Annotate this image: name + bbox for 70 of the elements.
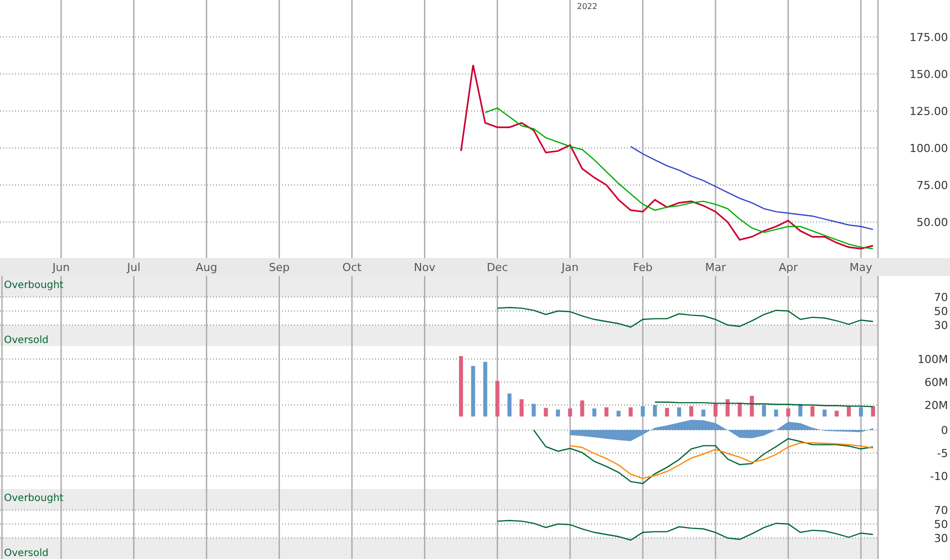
month-label: Feb: [633, 261, 653, 274]
month-label: Sep: [268, 261, 290, 274]
volume-bar: [483, 362, 488, 416]
axis-label: 50.00: [916, 216, 948, 230]
volume-bar: [507, 394, 512, 416]
volume-bar: [652, 405, 657, 416]
axis-label: 150.00: [910, 68, 948, 81]
axis-label: 100M: [918, 353, 948, 366]
volume-bar: [689, 406, 694, 416]
volume-bar: [471, 366, 476, 416]
overbought-label: Overbought: [4, 493, 64, 504]
volume-bar: [786, 408, 790, 416]
month-label: Jul: [127, 261, 140, 274]
volume-bar: [701, 410, 706, 416]
volume-bar: [628, 407, 633, 416]
volume-bar: [677, 407, 682, 416]
volume-bar: [580, 400, 584, 416]
month-label: Dec: [486, 261, 508, 274]
volume-bar: [822, 410, 827, 416]
volume-bar: [616, 410, 621, 416]
volume-bar: [532, 404, 536, 416]
volume-bar: [556, 410, 560, 416]
axis-label: 175.00: [910, 31, 948, 44]
axis-label: 70: [934, 504, 948, 517]
volume-bar: [640, 406, 645, 416]
month-label: Nov: [414, 261, 436, 274]
axis-label: 100.00: [910, 142, 948, 156]
volume-bar: [810, 406, 814, 416]
volume-bar: [520, 399, 524, 416]
month-label: Aug: [196, 261, 218, 274]
volume-bar: [834, 410, 839, 416]
volume-bar: [459, 356, 463, 416]
axis-label: 70: [934, 291, 948, 304]
axis-label: 50: [934, 518, 948, 531]
volume-bar: [871, 406, 876, 416]
year-label: 2022: [577, 2, 598, 11]
overbought-label: Overbought: [4, 280, 64, 291]
month-label: Oct: [342, 261, 362, 274]
month-label: Jun: [52, 261, 70, 274]
volume-bar: [665, 408, 670, 416]
axis-label: 75.00: [916, 179, 948, 192]
volume-bar: [714, 404, 718, 416]
volume-bar: [858, 407, 863, 416]
axis-label: -10: [930, 470, 948, 484]
axis-label: -5: [937, 447, 948, 460]
axis-label: 50: [934, 305, 948, 318]
volume-bar: [568, 408, 572, 416]
oversold-label: Oversold: [4, 548, 49, 559]
volume-bar: [750, 396, 754, 416]
month-label: Mar: [705, 261, 726, 274]
axis-label: 0: [941, 424, 948, 437]
oversold-label: Oversold: [4, 335, 49, 346]
month-label: Jan: [562, 261, 579, 274]
volume-bar: [762, 405, 766, 416]
volume-bar: [774, 410, 778, 416]
volume-bar: [726, 399, 730, 416]
volume-bar: [738, 402, 742, 416]
volume-bar: [798, 404, 802, 416]
month-label: May: [850, 261, 872, 274]
axis-label: 60M: [924, 376, 948, 389]
volume-bar: [544, 408, 548, 416]
volume-bar: [846, 406, 851, 416]
month-label: Apr: [778, 261, 798, 274]
volume-bar: [604, 407, 608, 416]
axis-label: 20M: [924, 399, 948, 412]
axis-label: 30: [934, 319, 948, 332]
axis-label: 30: [934, 532, 948, 545]
volume-bar: [592, 408, 596, 416]
axis-label: 125.00: [910, 105, 948, 118]
volume-bar: [495, 380, 500, 416]
